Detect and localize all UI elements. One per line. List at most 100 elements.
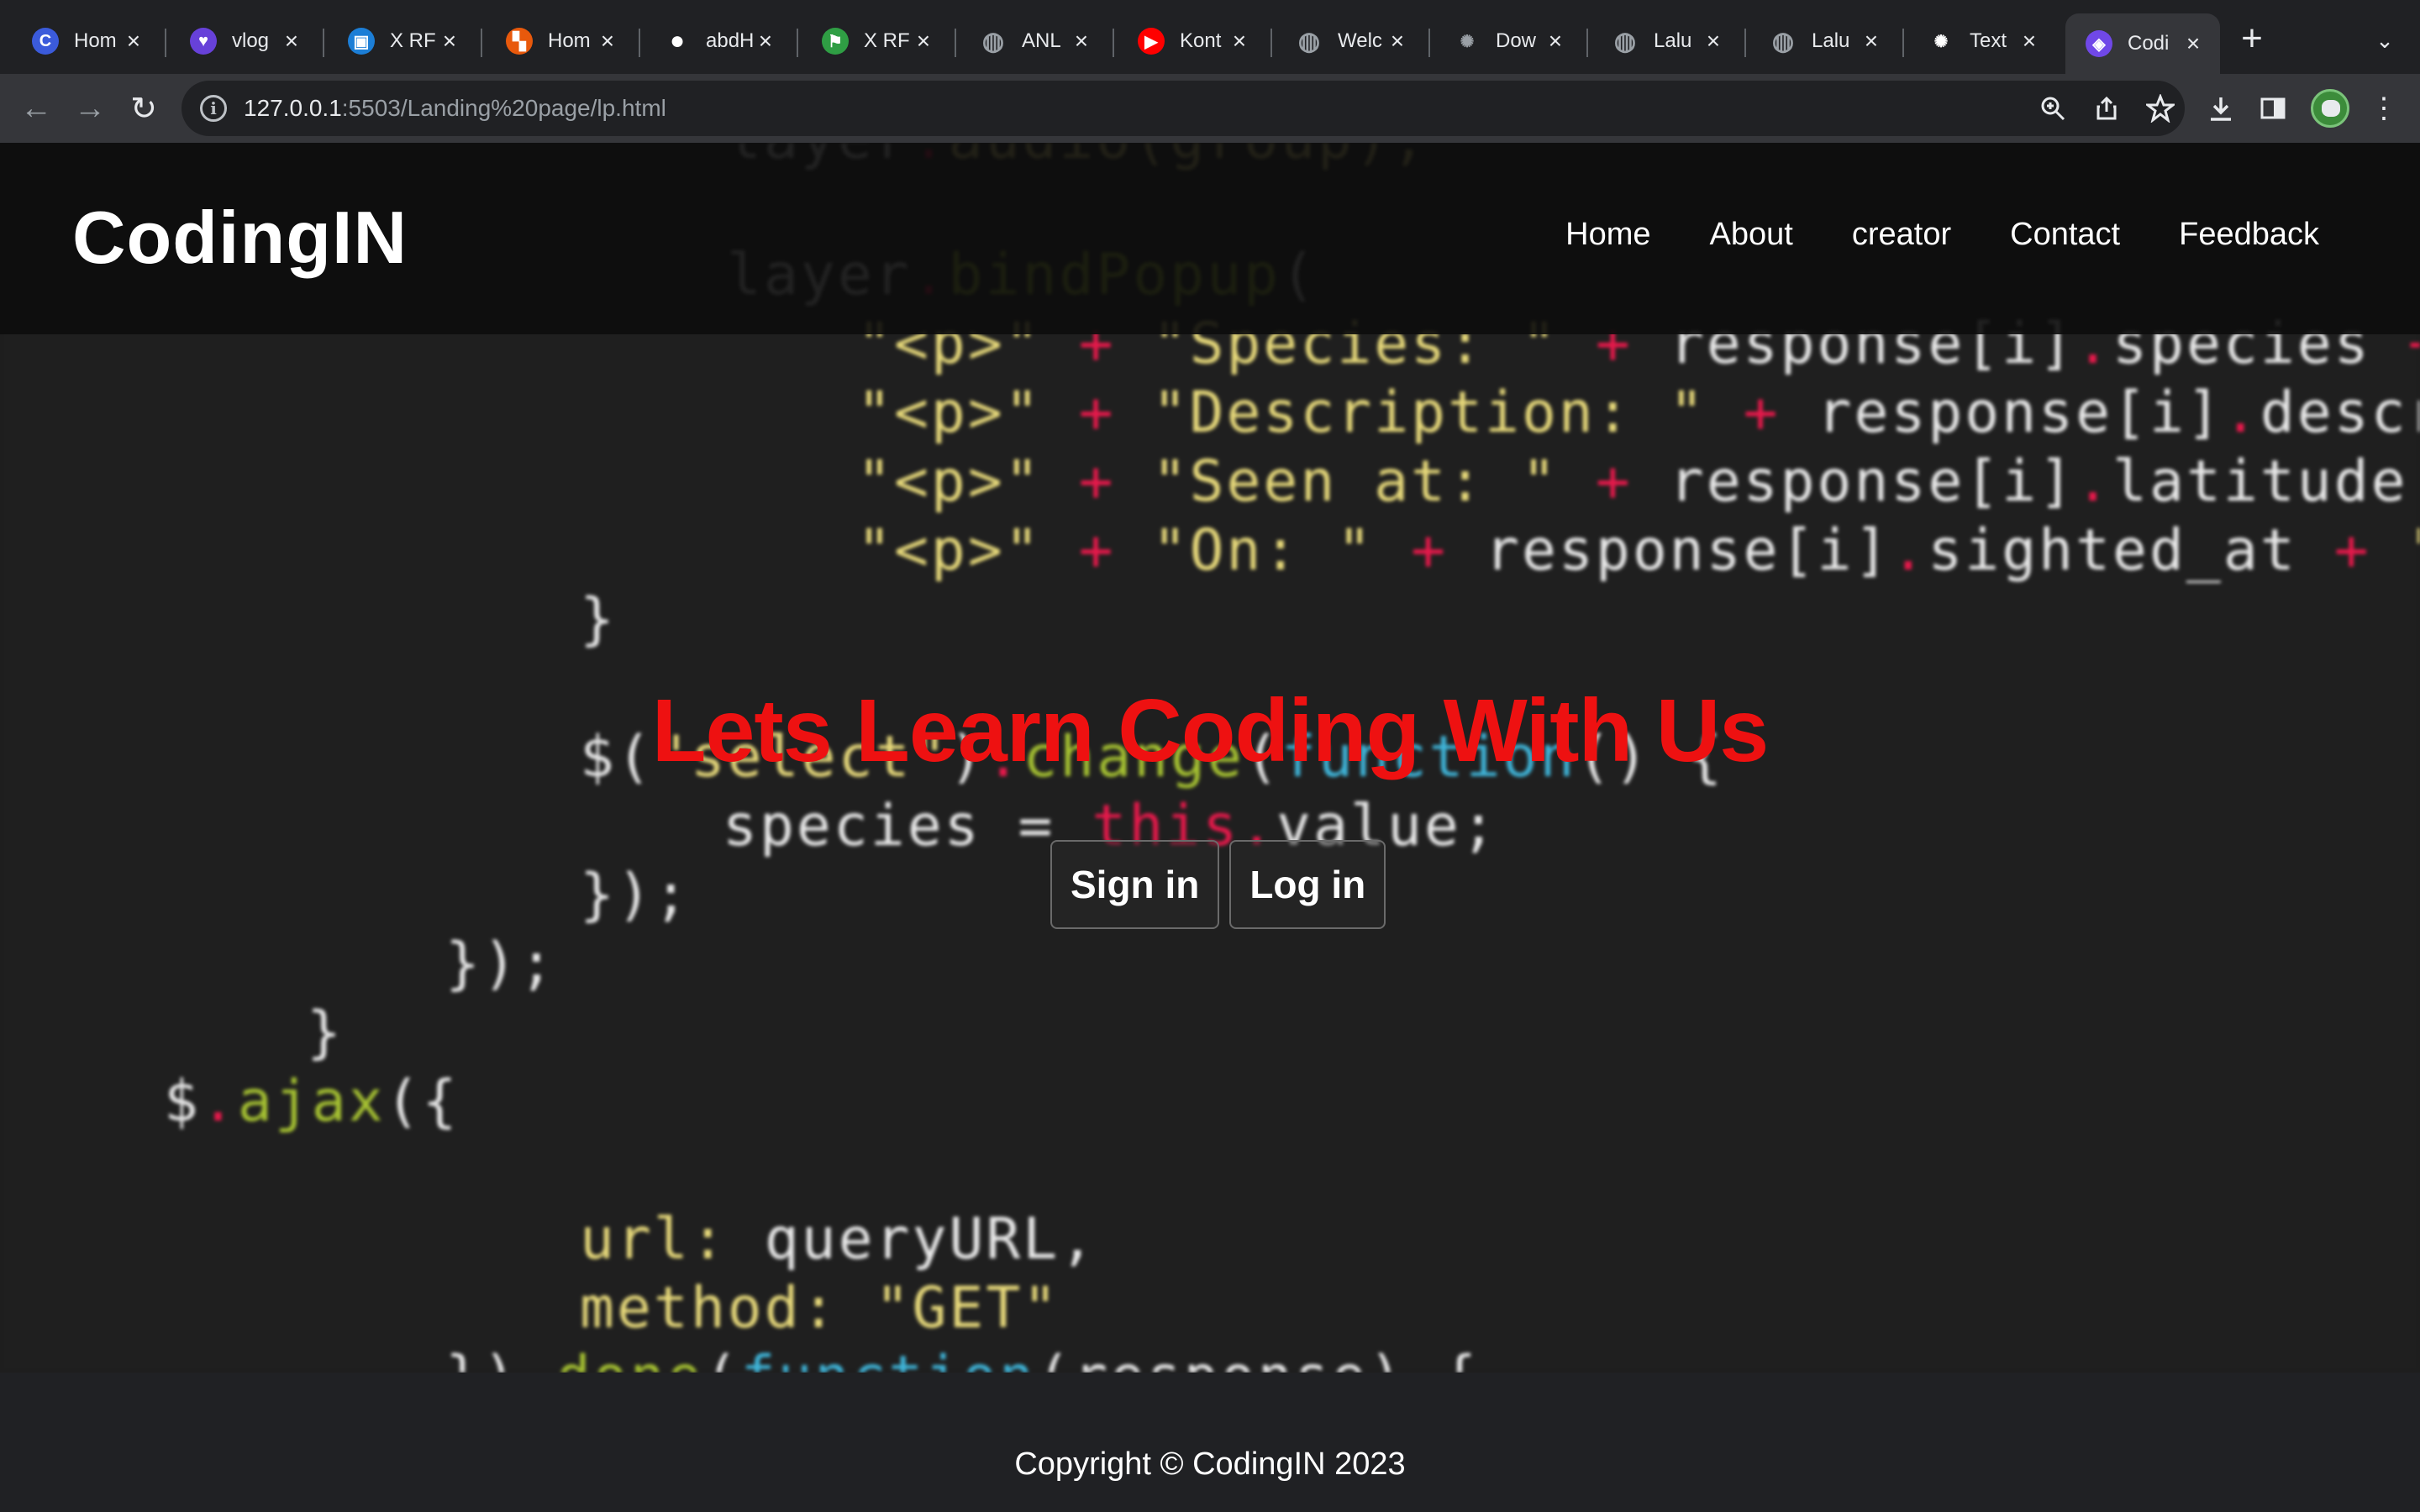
profile-avatar[interactable] (2311, 89, 2349, 128)
close-tab-icon[interactable]: × (1702, 28, 1724, 54)
zoom-icon[interactable] (2037, 92, 2069, 124)
hero-title: Lets Learn Coding With Us (651, 681, 1770, 780)
site-info-icon[interactable]: i (200, 95, 227, 122)
close-tab-icon[interactable]: × (123, 28, 145, 54)
address-bar[interactable]: i 127.0.0.1:5503/Landing%20page/lp.html (182, 81, 2185, 136)
new-tab-button[interactable]: + (2235, 20, 2269, 57)
tab-separator (323, 29, 324, 57)
browser-tab[interactable]: C Hom × (12, 13, 160, 69)
globe-icon: ◍ (1297, 27, 1321, 55)
tab-title: X RF (390, 29, 436, 52)
site-header: CodingIN Home About creator Contact Feed… (0, 143, 2420, 334)
browser-tab[interactable]: ✺ Text × (1907, 13, 2055, 69)
forward-arrow-icon[interactable]: → (67, 86, 113, 131)
tab-separator (1270, 29, 1272, 57)
close-tab-icon[interactable]: × (597, 28, 618, 54)
browser-tab[interactable]: ♥ vlog × (170, 13, 318, 69)
tab-title: X RF (864, 29, 910, 52)
tab-separator (165, 29, 166, 57)
tab-separator (797, 29, 798, 57)
tab-separator (1902, 29, 1904, 57)
browser-tab[interactable]: ◍ Welc × (1276, 13, 1423, 69)
browser-tab[interactable]: ▶ Kont × (1118, 13, 1265, 69)
page-icon: ◈ (2086, 30, 2112, 57)
site-nav: Home About creator Contact Feedback (1565, 217, 2319, 253)
tab-separator (1744, 29, 1746, 57)
user-card-icon: ▣ (348, 28, 375, 55)
tab-title: Lalu (1812, 29, 1850, 52)
browser-tab[interactable]: ▣ X RF × (328, 13, 476, 69)
browser-tab[interactable]: ◈ Codi × (2065, 13, 2220, 74)
tab-title: Hom (74, 29, 117, 52)
close-tab-icon[interactable]: × (1386, 28, 1408, 54)
github-icon: ● (669, 27, 686, 55)
browser-toolbar: ← → ↻ i 127.0.0.1:5503/Landing%20page/lp… (0, 74, 2420, 143)
browser-tab[interactable]: ◍ Lalu × (1749, 13, 1897, 69)
youtube-icon: ▶ (1138, 28, 1165, 55)
browser-tab[interactable]: ◍ Lalu × (1591, 13, 1739, 69)
nav-creator[interactable]: creator (1852, 217, 1951, 253)
globe-icon: ◍ (1771, 27, 1795, 55)
tab-search-chevron-icon[interactable]: ⌄ (2370, 25, 2400, 55)
url-host: 127.0.0.1 (244, 95, 342, 121)
site-logo[interactable]: CodingIN (72, 195, 408, 281)
nav-contact[interactable]: Contact (2010, 217, 2120, 253)
nav-feedback[interactable]: Feedback (2179, 217, 2319, 253)
close-tab-icon[interactable]: × (281, 28, 302, 54)
close-tab-icon[interactable]: × (2181, 30, 2205, 56)
side-panel-icon[interactable] (2257, 92, 2289, 124)
close-tab-icon[interactable]: × (1071, 28, 1092, 54)
download-icon[interactable] (2205, 92, 2237, 124)
browser-tab[interactable]: ⚑ X RF × (802, 13, 950, 69)
site-footer: Copyright © CodingIN 2023 (0, 1373, 2420, 1512)
openai-icon: ✺ (1933, 32, 1949, 51)
browser-tab[interactable]: ✺ Dow × (1434, 13, 1581, 69)
close-tab-icon[interactable]: × (1860, 28, 1882, 54)
browser-tab[interactable]: ◍ ANL × (960, 13, 1107, 69)
tab-title: Dow (1496, 29, 1537, 52)
close-tab-icon[interactable]: × (439, 28, 460, 54)
copyright-text: Copyright © CodingIN 2023 (1014, 1446, 1406, 1482)
tab-separator (639, 29, 640, 57)
tab-separator (955, 29, 956, 57)
tab-separator (481, 29, 482, 57)
tab-title: ANL (1022, 29, 1061, 52)
tab-title: Kont (1180, 29, 1222, 52)
nav-home[interactable]: Home (1565, 217, 1650, 253)
back-arrow-icon[interactable]: ← (13, 86, 59, 131)
hero-buttons: Sign in Log in (1050, 840, 1386, 929)
tab-title: Welc (1338, 29, 1382, 52)
blocks-icon: ▚ (506, 28, 533, 55)
tab-title: Codi (2128, 32, 2170, 55)
tab-separator (1113, 29, 1114, 57)
reload-icon[interactable]: ↻ (121, 86, 166, 131)
tab-title: abdH (706, 29, 755, 52)
globe-icon: ◍ (981, 27, 1005, 55)
address-url[interactable]: 127.0.0.1:5503/Landing%20page/lp.html (244, 95, 666, 122)
browser-tab[interactable]: ● abdH × (644, 13, 792, 69)
close-tab-icon[interactable]: × (2018, 28, 2040, 54)
sign-in-button[interactable]: Sign in (1050, 840, 1220, 929)
openai-icon: ✺ (1460, 32, 1475, 51)
log-in-button[interactable]: Log in (1229, 840, 1386, 929)
globe-icon: ◍ (1613, 27, 1637, 55)
tab-title: Text (1970, 29, 2007, 52)
flag-icon: ⚑ (822, 28, 849, 55)
browser-tab-strip: C Hom × ♥ vlog × ▣ X RF × ▚ Hom × ● abdH × ⚑ X RF × ◍ ANL × ▶… (0, 0, 2420, 74)
tab-title: Lalu (1654, 29, 1692, 52)
bookmark-star-icon[interactable] (2144, 92, 2176, 124)
close-tab-icon[interactable]: × (1228, 28, 1250, 54)
browser-tab[interactable]: ▚ Hom × (486, 13, 634, 69)
close-tab-icon[interactable]: × (755, 28, 776, 54)
heart-shield-icon: ♥ (190, 28, 217, 55)
canva-icon: C (32, 28, 59, 55)
close-tab-icon[interactable]: × (913, 28, 934, 54)
nav-about[interactable]: About (1710, 217, 1793, 253)
tab-separator (1428, 29, 1430, 57)
url-path: :5503/Landing%20page/lp.html (341, 95, 666, 121)
close-tab-icon[interactable]: × (1544, 28, 1566, 54)
tab-title: Hom (548, 29, 591, 52)
kebab-menu-icon[interactable]: ⋮ (2368, 92, 2400, 124)
web-page: layer.audio(group); layer.bindPopup( "<p… (0, 143, 2420, 1512)
share-icon[interactable] (2091, 92, 2123, 124)
